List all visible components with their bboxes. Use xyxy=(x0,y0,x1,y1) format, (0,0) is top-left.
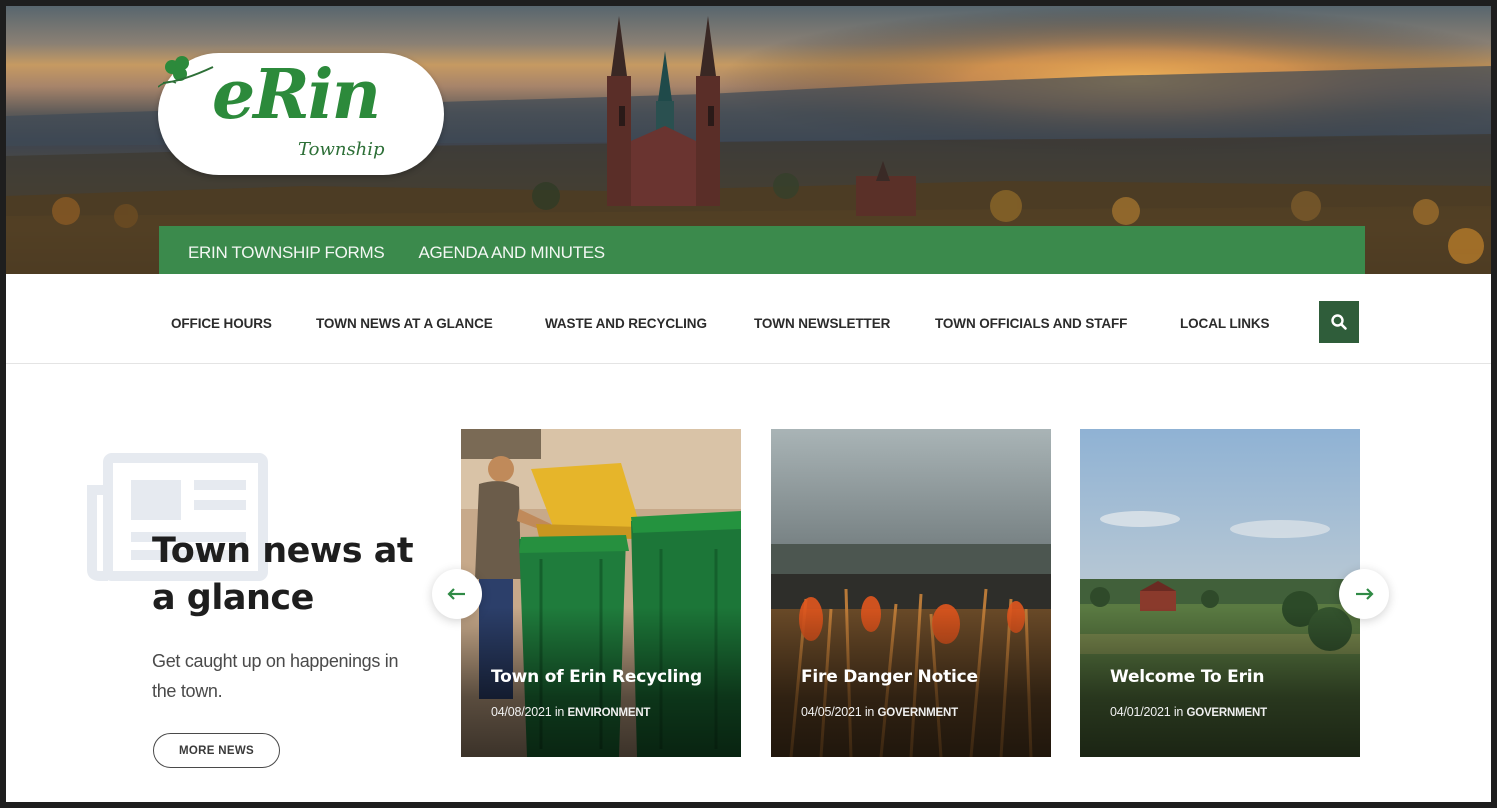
arrow-right-icon xyxy=(1356,588,1374,600)
carousel-prev-button[interactable] xyxy=(432,569,482,619)
nav-item-town-news[interactable]: TOWN NEWS AT A GLANCE xyxy=(316,316,493,331)
top-menu-item-forms[interactable]: ERIN TOWNSHIP FORMS xyxy=(188,243,385,263)
card-meta: 04/05/2021 in GOVERNMENT xyxy=(801,705,958,719)
card-date: 04/05/2021 xyxy=(801,705,862,719)
news-section-title: Town news at a glance xyxy=(152,531,414,618)
nav-item-officials-staff[interactable]: TOWN OFFICIALS AND STAFF xyxy=(935,316,1127,331)
news-card-recycling[interactable]: Town of Erin Recycling 04/08/2021 in ENV… xyxy=(461,429,741,757)
top-menu-item-agenda[interactable]: AGENDA AND MINUTES xyxy=(418,243,605,263)
card-date: 04/01/2021 xyxy=(1110,705,1171,719)
search-icon xyxy=(1331,314,1347,330)
card-category[interactable]: GOVERNMENT xyxy=(877,707,958,719)
card-category[interactable]: ENVIRONMENT xyxy=(567,707,650,719)
card-title[interactable]: Welcome To Erin xyxy=(1110,667,1264,687)
news-card-welcome[interactable]: Welcome To Erin 04/01/2021 in GOVERNMENT xyxy=(1080,429,1360,757)
card-meta: 04/01/2021 in GOVERNMENT xyxy=(1110,705,1267,719)
card-in: in xyxy=(864,705,875,719)
card-title[interactable]: Town of Erin Recycling xyxy=(491,667,702,687)
nav-item-newsletter[interactable]: TOWN NEWSLETTER xyxy=(754,316,890,331)
logo-wordmark: eRin xyxy=(212,55,381,135)
card-category[interactable]: GOVERNMENT xyxy=(1186,707,1267,719)
card-in: in xyxy=(1173,705,1184,719)
carousel-next-button[interactable] xyxy=(1339,569,1389,619)
card-meta: 04/08/2021 in ENVIRONMENT xyxy=(491,705,650,719)
nav-item-office-hours[interactable]: OFFICE HOURS xyxy=(171,316,272,331)
logo-subtitle: Township xyxy=(298,139,385,160)
main-navigation: OFFICE HOURS TOWN NEWS AT A GLANCE WASTE… xyxy=(6,274,1491,364)
shamrock-icon xyxy=(158,56,214,88)
nav-item-local-links[interactable]: LOCAL LINKS xyxy=(1180,316,1270,331)
hero-banner: eRin Township ERIN TOWNSHIP FORMS AGENDA… xyxy=(6,6,1491,274)
card-title[interactable]: Fire Danger Notice xyxy=(801,667,978,687)
search-button[interactable] xyxy=(1319,301,1359,343)
card-date: 04/08/2021 xyxy=(491,705,552,719)
card-in: in xyxy=(554,705,565,719)
arrow-left-icon xyxy=(447,588,465,600)
more-news-button[interactable]: MORE NEWS xyxy=(153,733,280,768)
nav-item-waste-recycling[interactable]: WASTE AND RECYCLING xyxy=(545,316,707,331)
erin-township-logo[interactable]: eRin Township xyxy=(158,53,444,175)
news-section-description: Get caught up on happenings in the town. xyxy=(152,651,399,701)
news-card-fire-danger[interactable]: Fire Danger Notice 04/05/2021 in GOVERNM… xyxy=(771,429,1051,757)
top-menu-bar: ERIN TOWNSHIP FORMS AGENDA AND MINUTES xyxy=(159,226,1365,274)
